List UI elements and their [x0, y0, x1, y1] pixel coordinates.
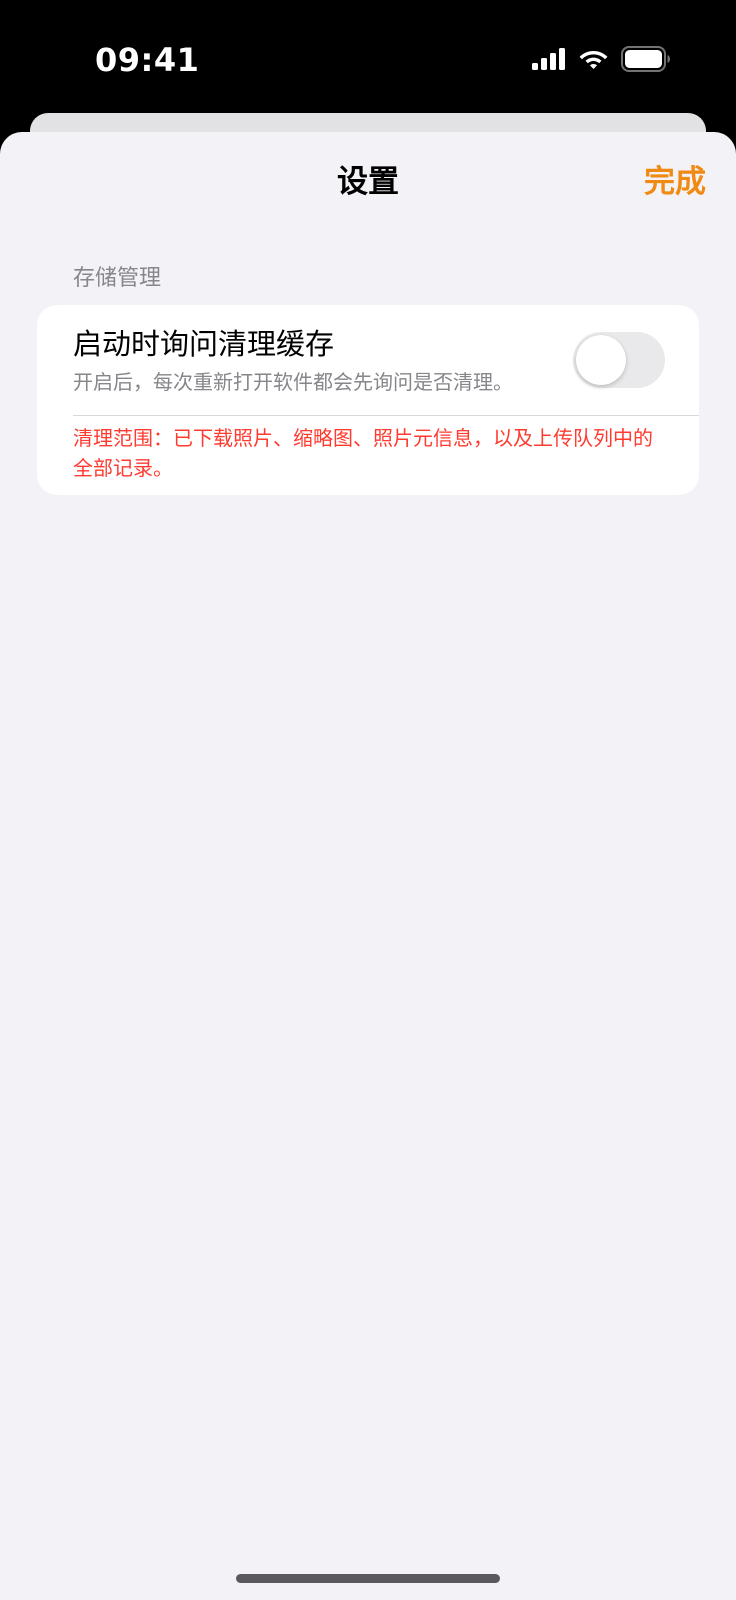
clear-scope-warning: 清理范围：已下载照片、缩略图、照片元信息，以及上传队列中的全部记录。 — [73, 426, 653, 480]
page-title: 设置 — [337, 164, 399, 200]
settings-group: 启动时询问清理缓存 开启后，每次重新打开软件都会先询问是否清理。 清理范围：已下… — [37, 305, 699, 495]
settings-sheet: 设置 完成 存储管理 启动时询问清理缓存 开启后，每次重新打开软件都会先询问是否… — [0, 132, 736, 1600]
status-icons — [532, 44, 671, 74]
status-time: 09:41 — [95, 41, 200, 79]
screen: 09:41 设置 完成 存储管理 启动时询问清理缓存 开启后，每次重新打开软件都… — [0, 0, 736, 1600]
done-button[interactable]: 完成 — [644, 162, 706, 202]
cellular-signal-icon — [532, 48, 566, 70]
ask-clear-cache-toggle[interactable] — [573, 332, 665, 388]
battery-icon — [621, 46, 671, 72]
ask-clear-cache-row: 启动时询问清理缓存 开启后，每次重新打开软件都会先询问是否清理。 — [37, 305, 699, 415]
section-header-storage: 存储管理 — [73, 266, 162, 291]
row-subtitle: 开启后，每次重新打开软件都会先询问是否清理。 — [73, 370, 513, 394]
divider — [73, 415, 699, 416]
status-bar: 09:41 — [0, 0, 736, 112]
wifi-icon — [578, 48, 609, 70]
row-title: 启动时询问清理缓存 — [73, 327, 335, 361]
toggle-knob — [576, 335, 626, 385]
nav-bar: 设置 完成 — [0, 132, 736, 236]
home-indicator — [236, 1574, 500, 1583]
